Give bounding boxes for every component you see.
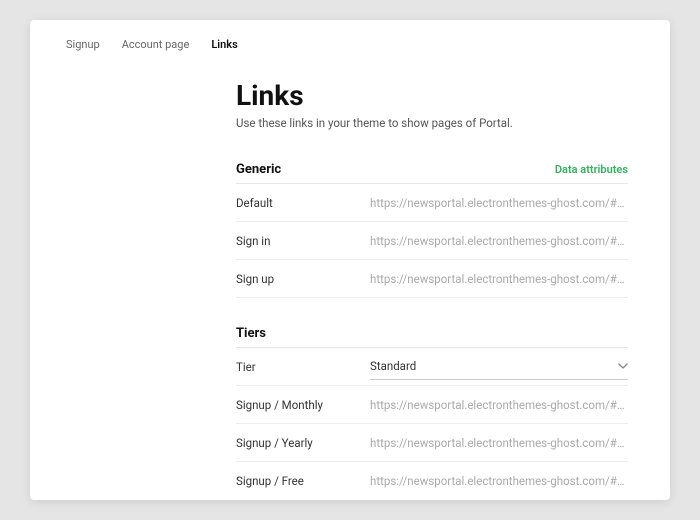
tier-select[interactable]: Standard <box>370 354 628 380</box>
tier-row-monthly: Signup / Monthly https://newsportal.elec… <box>236 386 628 424</box>
tab-bar: Signup Account page Links <box>66 38 634 51</box>
chevron-down-icon <box>618 361 628 371</box>
tiers-heading: Tiers <box>236 326 266 341</box>
tiers-header: Tiers <box>236 326 628 348</box>
row-label: Sign in <box>236 234 370 248</box>
row-url[interactable]: https://newsportal.electronthemes-ghost.… <box>370 196 628 210</box>
page-title: Links <box>236 79 628 112</box>
row-label: Sign up <box>236 272 370 286</box>
data-attributes-link[interactable]: Data attributes <box>555 163 628 176</box>
generic-header: Generic Data attributes <box>236 162 628 184</box>
row-url[interactable]: https://newsportal.electronthemes-ghost.… <box>370 436 628 450</box>
tier-row-yearly: Signup / Yearly https://newsportal.elect… <box>236 424 628 462</box>
generic-row-signin: Sign in https://newsportal.electrontheme… <box>236 222 628 260</box>
page-subtitle: Use these links in your theme to show pa… <box>236 116 628 130</box>
row-label: Signup / Yearly <box>236 436 370 450</box>
row-label: Signup / Free <box>236 474 370 488</box>
links-panel: Signup Account page Links Links Use thes… <box>30 20 670 500</box>
generic-row-signup: Sign up https://newsportal.electrontheme… <box>236 260 628 298</box>
tab-account-page[interactable]: Account page <box>122 38 190 51</box>
row-url[interactable]: https://newsportal.electronthemes-ghost.… <box>370 398 628 412</box>
row-url[interactable]: https://newsportal.electronthemes-ghost.… <box>370 474 628 488</box>
tier-select-row: Tier Standard <box>236 348 628 386</box>
row-label: Default <box>236 196 370 210</box>
content-area: Links Use these links in your theme to s… <box>66 79 634 500</box>
tier-selected-value: Standard <box>370 359 416 373</box>
generic-row-default: Default https://newsportal.electrontheme… <box>236 184 628 222</box>
row-label: Signup / Monthly <box>236 398 370 412</box>
tab-signup[interactable]: Signup <box>66 38 100 51</box>
tab-links[interactable]: Links <box>211 38 237 51</box>
row-url[interactable]: https://newsportal.electronthemes-ghost.… <box>370 234 628 248</box>
generic-heading: Generic <box>236 162 281 177</box>
row-url[interactable]: https://newsportal.electronthemes-ghost.… <box>370 272 628 286</box>
tier-label: Tier <box>236 360 370 374</box>
tier-row-free: Signup / Free https://newsportal.electro… <box>236 462 628 500</box>
